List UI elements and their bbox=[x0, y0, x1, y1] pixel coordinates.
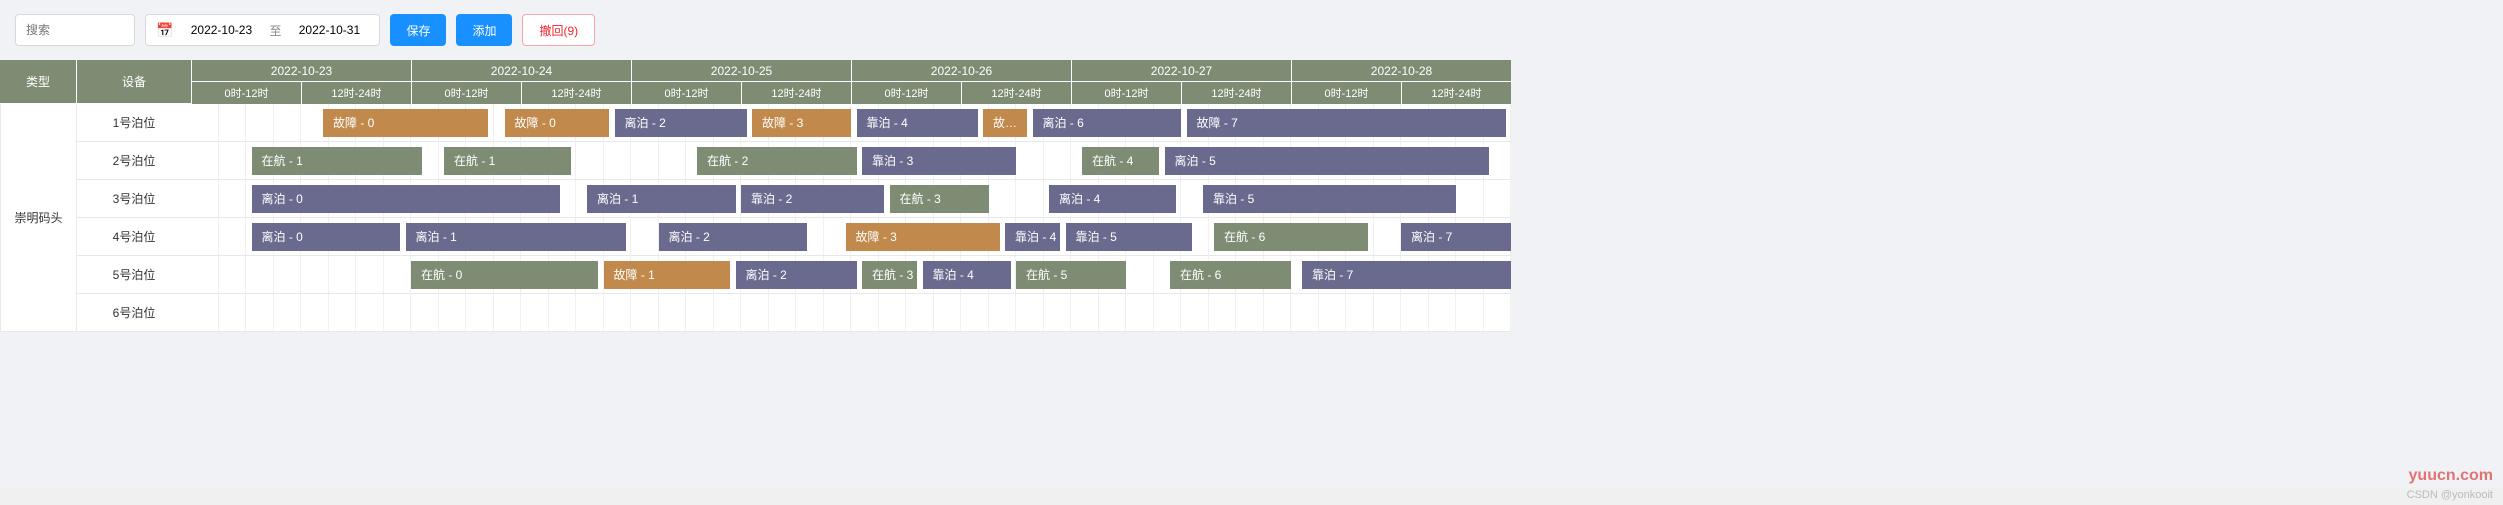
timeline: 2022-10-232022-10-242022-10-252022-10-26… bbox=[191, 60, 1511, 332]
save-button[interactable]: 保存 bbox=[390, 14, 446, 46]
date-separator: 至 bbox=[269, 22, 281, 39]
halfday-header-cell: 0时-12时 bbox=[851, 82, 961, 104]
equipment-row[interactable]: 2号泊位 bbox=[76, 142, 191, 180]
calendar-icon: 📅 bbox=[156, 22, 173, 39]
gantt-bar[interactable]: 靠泊 - 5 bbox=[1066, 223, 1193, 251]
toolbar: 📅 至 保存 添加 撤回(9) bbox=[0, 0, 2503, 60]
gantt-bar[interactable]: 靠泊 - 3 bbox=[862, 147, 1016, 175]
gantt-bar[interactable]: 故障 - 0 bbox=[505, 109, 610, 137]
gantt-chart: 类型 崇明码头 设备 1号泊位2号泊位3号泊位4号泊位5号泊位6号泊位 2022… bbox=[0, 60, 1511, 332]
gantt-bar[interactable]: 靠泊 - 4 bbox=[857, 109, 978, 137]
recall-button[interactable]: 撤回(9) bbox=[522, 14, 595, 46]
day-header-cell: 2022-10-23 bbox=[191, 60, 411, 81]
gantt-bar[interactable]: 离泊 - 7 bbox=[1401, 223, 1511, 251]
gantt-bar[interactable]: 离泊 - 0 bbox=[252, 185, 560, 213]
halfday-header-cell: 0时-12时 bbox=[1291, 82, 1401, 104]
timeline-header: 2022-10-232022-10-242022-10-252022-10-26… bbox=[191, 60, 1511, 104]
gantt-bar[interactable]: 故障 - 0 bbox=[323, 109, 488, 137]
watermark-csdn: CSDN @yonkooit bbox=[2407, 489, 2493, 501]
day-header-cell: 2022-10-28 bbox=[1291, 60, 1511, 81]
equipment-header: 设备 bbox=[76, 60, 191, 104]
gantt-bar[interactable]: 在航 - 2 bbox=[697, 147, 857, 175]
day-header-cell: 2022-10-24 bbox=[411, 60, 631, 81]
halfday-header-cell: 12时-24时 bbox=[301, 82, 411, 104]
halfday-header-cell: 12时-24时 bbox=[961, 82, 1071, 104]
timeline-row: 故障 - 0故障 - 0离泊 - 2故障 - 3靠泊 - 4故障 - 5离泊 -… bbox=[191, 104, 1511, 142]
day-header-cell: 2022-10-25 bbox=[631, 60, 851, 81]
gantt-bar[interactable]: 故障 - 5 bbox=[983, 109, 1027, 137]
gantt-bar[interactable]: 离泊 - 2 bbox=[736, 261, 857, 289]
day-header-cell: 2022-10-27 bbox=[1071, 60, 1291, 81]
gantt-bar[interactable]: 靠泊 - 5 bbox=[1203, 185, 1456, 213]
gantt-bar[interactable]: 故障 - 3 bbox=[846, 223, 1000, 251]
gantt-bar[interactable]: 在航 - 6 bbox=[1170, 261, 1291, 289]
gantt-bar[interactable]: 靠泊 - 2 bbox=[741, 185, 884, 213]
halfday-header-cell: 0时-12时 bbox=[1071, 82, 1181, 104]
type-group-cell: 崇明码头 bbox=[0, 104, 76, 332]
gantt-bar[interactable]: 离泊 - 1 bbox=[587, 185, 736, 213]
halfday-header-cell: 0时-12时 bbox=[411, 82, 521, 104]
day-header-cell: 2022-10-26 bbox=[851, 60, 1071, 81]
halfday-header-cell: 12时-24时 bbox=[521, 82, 631, 104]
gantt-bar[interactable]: 离泊 - 0 bbox=[252, 223, 401, 251]
timeline-row: 离泊 - 0离泊 - 1 离泊 - 2 故障 - 3靠泊 - 4靠泊 - 5 在航 -… bbox=[191, 218, 1511, 256]
date-end-input[interactable] bbox=[289, 23, 369, 37]
gantt-bar[interactable]: 在航 - 3 bbox=[890, 185, 989, 213]
equipment-column: 设备 1号泊位2号泊位3号泊位4号泊位5号泊位6号泊位 bbox=[76, 60, 191, 332]
equipment-row[interactable]: 5号泊位 bbox=[76, 256, 191, 294]
timeline-row: 在航 - 1 在航 - 1 在航 - 2靠泊 - 3 在航 - 4离泊 - 5 bbox=[191, 142, 1511, 180]
gantt-bar[interactable]: 离泊 - 1 bbox=[406, 223, 626, 251]
gantt-bar[interactable]: 在航 - 5 bbox=[1016, 261, 1126, 289]
horizontal-scrollbar[interactable] bbox=[0, 487, 2503, 505]
gantt-bar[interactable]: 在航 - 1 bbox=[444, 147, 571, 175]
timeline-row: 在航 - 0故障 - 1离泊 - 2在航 - 3靠泊 - 4在航 - 5 在航 -… bbox=[191, 256, 1511, 294]
gantt-bar[interactable]: 在航 - 6 bbox=[1214, 223, 1368, 251]
halfday-header-cell: 12时-24时 bbox=[741, 82, 851, 104]
halfday-header-cell: 12时-24时 bbox=[1401, 82, 1511, 104]
watermark-site: yuucn.com bbox=[2409, 467, 2493, 485]
type-header: 类型 bbox=[0, 60, 76, 104]
gantt-bar[interactable]: 故障 - 1 bbox=[604, 261, 731, 289]
gantt-bar[interactable]: 离泊 - 2 bbox=[615, 109, 747, 137]
gantt-bar[interactable]: 在航 - 0 bbox=[411, 261, 598, 289]
timeline-row: 离泊 - 0 离泊 - 1靠泊 - 2在航 - 3 离泊 - 4 靠泊 - 5 bbox=[191, 180, 1511, 218]
gantt-bar[interactable]: 靠泊 - 4 bbox=[923, 261, 1011, 289]
type-column: 类型 崇明码头 bbox=[0, 60, 76, 332]
add-button[interactable]: 添加 bbox=[456, 14, 512, 46]
equipment-row[interactable]: 4号泊位 bbox=[76, 218, 191, 256]
halfday-header-cell: 0时-12时 bbox=[191, 82, 301, 104]
gantt-bar[interactable]: 故障 - 7 bbox=[1187, 109, 1506, 137]
halfday-header-cell: 12时-24时 bbox=[1181, 82, 1291, 104]
halfday-header-cell: 0时-12时 bbox=[631, 82, 741, 104]
gantt-bar[interactable]: 在航 - 3 bbox=[862, 261, 917, 289]
gantt-bar[interactable]: 离泊 - 5 bbox=[1165, 147, 1490, 175]
equipment-row[interactable]: 1号泊位 bbox=[76, 104, 191, 142]
gantt-bar[interactable]: 故障 - 3 bbox=[752, 109, 851, 137]
gantt-bar[interactable]: 在航 - 4 bbox=[1082, 147, 1159, 175]
equipment-row[interactable]: 3号泊位 bbox=[76, 180, 191, 218]
date-start-input[interactable] bbox=[181, 23, 261, 37]
gantt-bar[interactable]: 离泊 - 2 bbox=[659, 223, 808, 251]
gantt-bar[interactable]: 靠泊 - 4 bbox=[1005, 223, 1060, 251]
gantt-bar[interactable]: 靠泊 - 7 bbox=[1302, 261, 1511, 289]
date-range-picker[interactable]: 📅 至 bbox=[145, 14, 380, 46]
gantt-bar[interactable]: 离泊 - 6 bbox=[1033, 109, 1182, 137]
equipment-row[interactable]: 6号泊位 bbox=[76, 294, 191, 332]
gantt-bar[interactable]: 离泊 - 4 bbox=[1049, 185, 1176, 213]
gantt-bar[interactable]: 在航 - 1 bbox=[252, 147, 423, 175]
search-input[interactable] bbox=[15, 14, 135, 46]
timeline-row bbox=[191, 294, 1511, 332]
